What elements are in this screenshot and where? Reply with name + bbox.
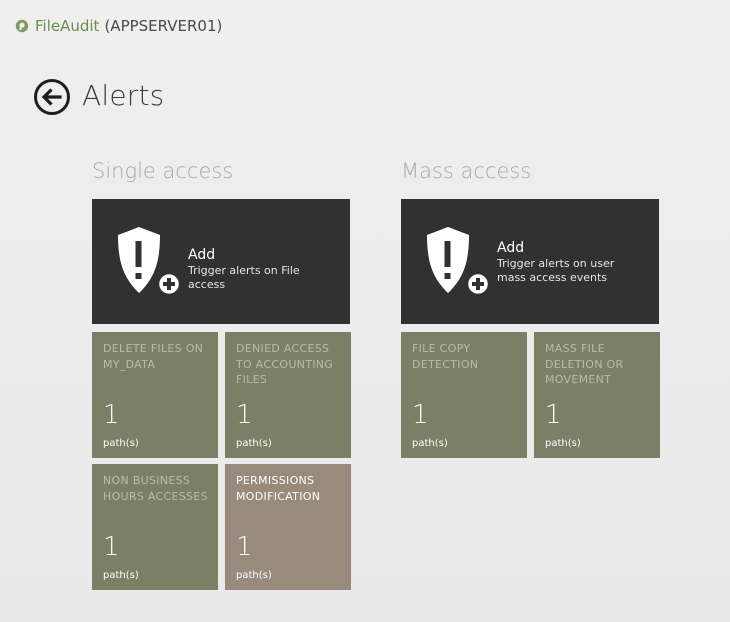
tile-unit: path(s) <box>236 570 272 581</box>
add-description: Trigger alerts on user mass access event… <box>497 257 615 284</box>
tile-label: MASS FILE DELETION OR MOVEMENT <box>545 342 624 386</box>
alert-tile-permissions-modification[interactable]: PERMISSIONS MODIFICATION 1 path(s) <box>225 464 351 590</box>
tile-count: 1 <box>236 532 253 562</box>
tile-label: DENIED ACCESS TO ACCOUNTING FILES <box>236 342 334 386</box>
alert-tile-mass-file-deletion[interactable]: MASS FILE DELETION OR MOVEMENT 1 path(s) <box>534 332 660 458</box>
add-mass-alert-button[interactable]: Add Trigger alerts on user mass access e… <box>401 199 659 324</box>
page-title: Alerts <box>82 79 165 112</box>
tile-label: NON BUSINESS HOURS ACCESSES <box>103 474 208 503</box>
tile-count: 1 <box>412 400 429 430</box>
title-bar: FileAudit (APPSERVER01) <box>15 14 222 38</box>
server-name: (APPSERVER01) <box>104 17 223 35</box>
tile-count: 1 <box>236 400 253 430</box>
shield-alert-add-icon <box>427 227 491 297</box>
tile-count: 1 <box>103 400 120 430</box>
add-label: Add <box>497 240 525 256</box>
tile-unit: path(s) <box>545 438 581 449</box>
tile-count: 1 <box>545 400 562 430</box>
tile-label: PERMISSIONS MODIFICATION <box>236 474 321 503</box>
add-label: Add <box>188 247 216 263</box>
alert-tile-delete-files[interactable]: DELETE FILES ON MY_DATA 1 path(s) <box>92 332 218 458</box>
tile-unit: path(s) <box>412 438 448 449</box>
tile-unit: path(s) <box>236 438 272 449</box>
shield-alert-add-icon <box>118 227 182 297</box>
fileaudit-logo-icon <box>15 19 29 33</box>
add-description: Trigger alerts on File access <box>188 264 300 291</box>
tile-unit: path(s) <box>103 438 139 449</box>
section-title-mass: Mass access <box>401 159 532 183</box>
alert-tile-denied-access[interactable]: DENIED ACCESS TO ACCOUNTING FILES 1 path… <box>225 332 351 458</box>
section-title-single: Single access <box>92 159 234 183</box>
tile-label: FILE COPY DETECTION <box>412 342 479 371</box>
back-arrow-icon[interactable] <box>33 78 71 116</box>
tile-count: 1 <box>103 532 120 562</box>
alert-tile-non-business-hours[interactable]: NON BUSINESS HOURS ACCESSES 1 path(s) <box>92 464 218 590</box>
tile-unit: path(s) <box>103 570 139 581</box>
add-single-alert-button[interactable]: Add Trigger alerts on File access <box>92 199 350 324</box>
alert-tile-file-copy-detection[interactable]: FILE COPY DETECTION 1 path(s) <box>401 332 527 458</box>
tile-label: DELETE FILES ON MY_DATA <box>103 342 204 371</box>
app-name: FileAudit <box>35 17 100 35</box>
